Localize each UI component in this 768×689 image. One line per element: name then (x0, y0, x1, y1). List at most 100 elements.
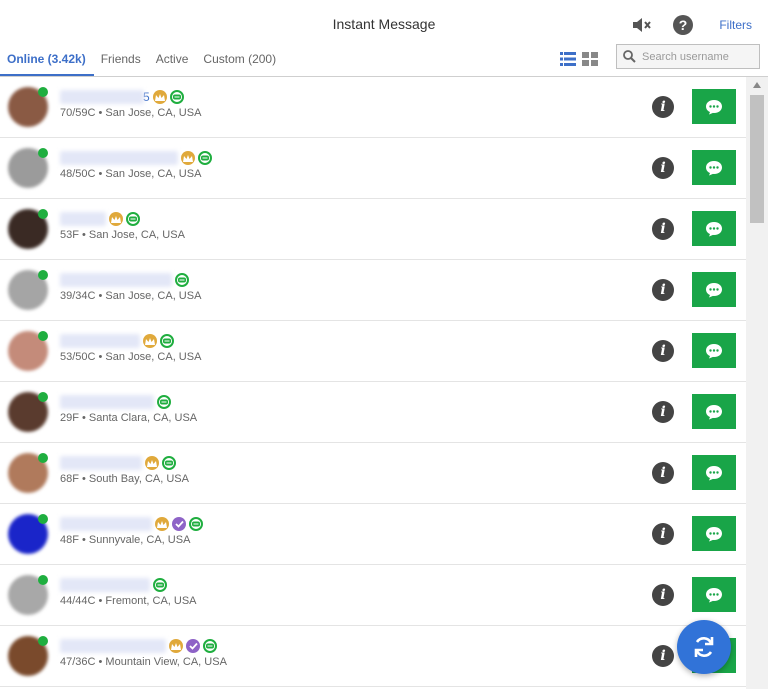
verified-badge-icon (172, 517, 186, 531)
chat-status-badge-icon (162, 456, 176, 470)
tab-bar: Online (3.42k) Friends Active Custom (20… (0, 44, 284, 76)
chat-status-badge-icon (198, 151, 212, 165)
user-details: 39/34C • San Jose, CA, USA (60, 290, 202, 302)
info-icon[interactable]: i (652, 279, 674, 301)
online-status-icon (38, 87, 48, 97)
user-list: 5 70/59C • San Jose, CA, USA i 48/50C • San… (0, 77, 746, 689)
user-details: 68F • South Bay, CA, USA (60, 473, 189, 485)
user-row[interactable]: 48F • Sunnyvale, CA, USA i (0, 504, 746, 565)
message-button[interactable] (692, 577, 736, 612)
username-redacted (60, 456, 142, 470)
username-row[interactable]: 5 (60, 89, 184, 105)
info-icon[interactable]: i (652, 401, 674, 423)
refresh-button[interactable] (677, 620, 731, 674)
info-icon[interactable]: i (652, 96, 674, 118)
info-icon[interactable]: i (652, 340, 674, 362)
username-row[interactable] (60, 577, 167, 593)
help-icon[interactable]: ? (672, 14, 694, 36)
username-redacted (60, 517, 152, 531)
message-button[interactable] (692, 516, 736, 551)
tab-active[interactable]: Active (149, 44, 197, 76)
page-title: Instant Message (332, 16, 436, 32)
chat-bubble-icon (705, 282, 723, 298)
scrollbar[interactable] (746, 77, 768, 689)
user-details: 44/44C • Fremont, CA, USA (60, 595, 197, 607)
username-redacted (60, 639, 166, 653)
chat-bubble-icon (705, 99, 723, 115)
chat-bubble-icon (705, 221, 723, 237)
online-status-icon (38, 392, 48, 402)
username-redacted (60, 212, 106, 226)
filters-link[interactable]: Filters (719, 18, 752, 32)
online-status-icon (38, 636, 48, 646)
user-row[interactable]: 48/50C • San Jose, CA, USA i (0, 138, 746, 199)
username-redacted (60, 395, 154, 409)
message-button[interactable] (692, 211, 736, 246)
user-row[interactable]: 53F • San Jose, CA, USA i (0, 199, 746, 260)
scroll-thumb[interactable] (750, 95, 764, 223)
search-box (616, 44, 760, 69)
chat-bubble-icon (705, 343, 723, 359)
user-row[interactable]: 53/50C • San Jose, CA, USA i (0, 321, 746, 382)
username-row[interactable] (60, 455, 176, 471)
message-button[interactable] (692, 394, 736, 429)
chat-status-badge-icon (153, 578, 167, 592)
user-row[interactable]: 29F • Santa Clara, CA, USA i (0, 382, 746, 443)
info-icon[interactable]: i (652, 157, 674, 179)
user-row[interactable]: 47/36C • Mountain View, CA, USA i (0, 626, 746, 687)
username-row[interactable] (60, 150, 212, 166)
chat-bubble-icon (705, 526, 723, 542)
info-icon[interactable]: i (652, 218, 674, 240)
username-row[interactable] (60, 516, 203, 532)
user-details: 70/59C • San Jose, CA, USA (60, 107, 202, 119)
message-button[interactable] (692, 89, 736, 124)
user-row[interactable]: 44/44C • Fremont, CA, USA i (0, 565, 746, 626)
crown-badge-icon (109, 212, 123, 226)
username-redacted (60, 273, 172, 287)
chat-bubble-icon (705, 160, 723, 176)
username-row[interactable] (60, 272, 189, 288)
user-row[interactable]: 5 70/59C • San Jose, CA, USA i (0, 77, 746, 138)
online-status-icon (38, 514, 48, 524)
username-row[interactable] (60, 211, 140, 227)
user-details: 48/50C • San Jose, CA, USA (60, 168, 202, 180)
search-input[interactable] (636, 50, 746, 63)
chat-status-badge-icon (160, 334, 174, 348)
refresh-icon (691, 634, 717, 660)
crown-badge-icon (143, 334, 157, 348)
speaker-muted-icon[interactable] (630, 14, 652, 36)
user-details: 29F • Santa Clara, CA, USA (60, 412, 198, 424)
tab-friends[interactable]: Friends (94, 44, 149, 76)
user-row[interactable]: 68F • South Bay, CA, USA i (0, 443, 746, 504)
username-redacted (60, 151, 178, 165)
username-row[interactable] (60, 394, 171, 410)
username-row[interactable] (60, 333, 174, 349)
chat-status-badge-icon (126, 212, 140, 226)
chat-bubble-icon (705, 465, 723, 481)
tab-online[interactable]: Online (3.42k) (0, 44, 94, 76)
svg-text:?: ? (679, 17, 688, 33)
tab-custom[interactable]: Custom (200) (196, 44, 284, 76)
chat-status-badge-icon (175, 273, 189, 287)
chat-status-badge-icon (189, 517, 203, 531)
username-row[interactable] (60, 638, 217, 654)
chat-status-badge-icon (157, 395, 171, 409)
info-icon[interactable]: i (652, 523, 674, 545)
crown-badge-icon (181, 151, 195, 165)
message-button[interactable] (692, 455, 736, 490)
message-button[interactable] (692, 150, 736, 185)
info-icon[interactable]: i (652, 462, 674, 484)
info-icon[interactable]: i (652, 584, 674, 606)
scroll-up-arrow-icon[interactable] (746, 77, 768, 93)
list-view-icon[interactable] (560, 51, 576, 67)
username-redacted (60, 578, 150, 592)
message-button[interactable] (692, 333, 736, 368)
info-icon[interactable]: i (652, 645, 674, 667)
message-button[interactable] (692, 272, 736, 307)
crown-badge-icon (145, 456, 159, 470)
online-status-icon (38, 331, 48, 341)
user-row[interactable]: 39/34C • San Jose, CA, USA i (0, 260, 746, 321)
crown-badge-icon (155, 517, 169, 531)
grid-view-icon[interactable] (582, 51, 598, 67)
online-status-icon (38, 148, 48, 158)
